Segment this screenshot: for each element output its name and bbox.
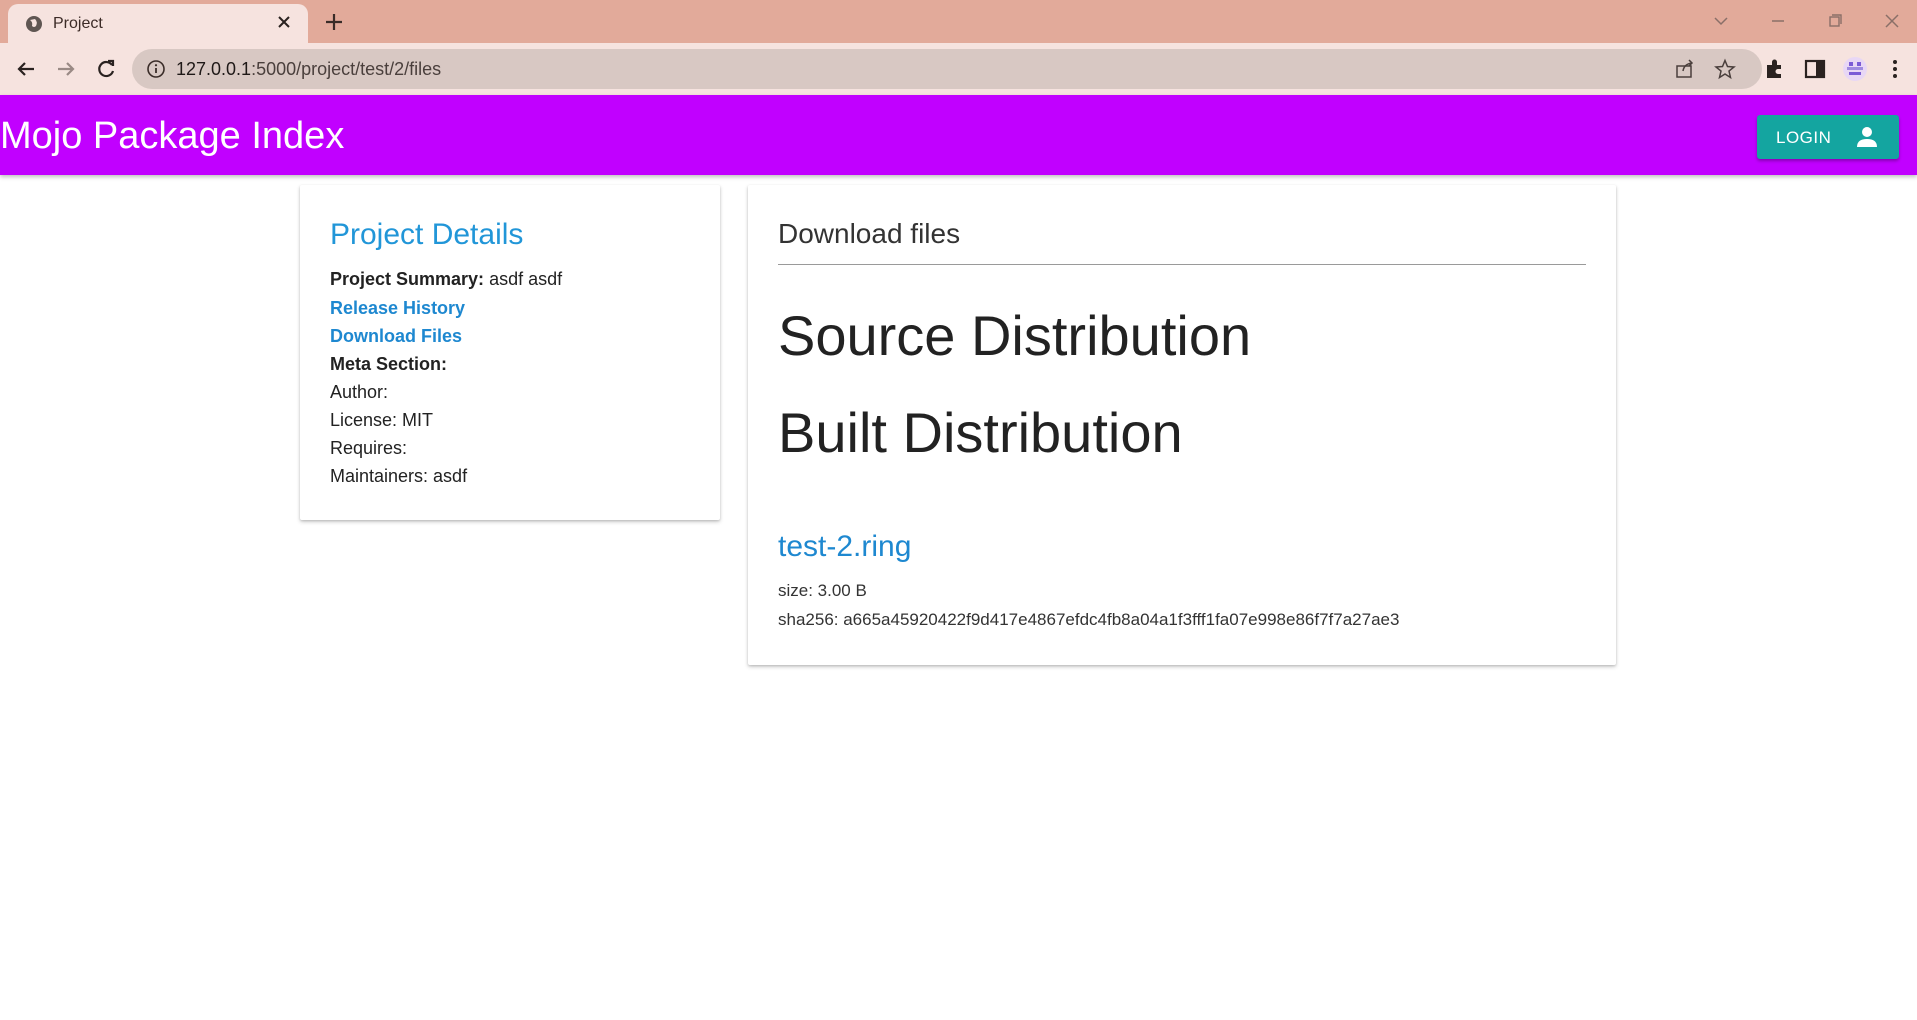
profile-icon[interactable] bbox=[1842, 56, 1868, 82]
meta-author: Author: bbox=[330, 382, 389, 402]
url-host: 127.0.0.1 bbox=[176, 59, 252, 79]
meta-requires: Requires: bbox=[330, 438, 408, 458]
share-icon[interactable] bbox=[1674, 58, 1696, 80]
close-icon[interactable] bbox=[274, 12, 294, 32]
back-arrow-icon[interactable] bbox=[12, 55, 40, 83]
side-panel-icon[interactable] bbox=[1802, 56, 1828, 82]
browser-tab[interactable]: Project bbox=[8, 4, 308, 43]
info-icon[interactable] bbox=[146, 59, 166, 79]
forward-arrow-icon[interactable] bbox=[52, 55, 80, 83]
meta-section-label: Meta Section: bbox=[330, 354, 448, 374]
project-details-title: Project Details bbox=[330, 218, 524, 251]
reload-icon[interactable] bbox=[92, 55, 120, 83]
plus-icon[interactable] bbox=[322, 10, 346, 34]
puzzle-icon[interactable] bbox=[1762, 56, 1788, 82]
login-button[interactable]: LOGIN bbox=[1757, 115, 1899, 159]
download-files-title: Download files bbox=[778, 218, 961, 249]
project-summary-value: asdf asdf bbox=[489, 269, 563, 289]
file-sha256: sha256: a665a45920422f9d417e4867efdc4fb8… bbox=[778, 610, 1400, 629]
minimize-icon[interactable] bbox=[1765, 8, 1791, 34]
download-files-link[interactable]: Download Files bbox=[330, 326, 462, 347]
brand-title[interactable]: Mojo Package Index bbox=[0, 115, 344, 158]
kebab-menu-icon[interactable] bbox=[1882, 56, 1908, 82]
url-text[interactable]: 127.0.0.1:5000/project/test/2/files bbox=[176, 59, 441, 80]
divider bbox=[778, 264, 1586, 265]
tab-strip: Project bbox=[0, 0, 1917, 43]
built-distribution-heading: Built Distribution bbox=[778, 401, 1183, 464]
tab-title: Project bbox=[53, 15, 103, 32]
person-icon bbox=[1857, 127, 1877, 147]
download-files-card: Download files Source Distribution Built… bbox=[748, 185, 1616, 665]
release-history-link[interactable]: Release History bbox=[330, 298, 465, 319]
star-icon[interactable] bbox=[1714, 58, 1736, 80]
meta-license: License: MIT bbox=[330, 410, 434, 430]
login-label: LOGIN bbox=[1776, 128, 1832, 147]
window-close-icon[interactable] bbox=[1879, 8, 1905, 34]
project-summary-label: Project Summary: bbox=[330, 269, 485, 289]
project-details-card: Project Details Project Summary: asdf as… bbox=[300, 185, 720, 520]
globe-icon bbox=[26, 16, 42, 32]
project-summary: Project Summary: asdf asdf bbox=[330, 269, 562, 290]
restore-icon[interactable] bbox=[1822, 8, 1848, 34]
file-link[interactable]: test-2.ring bbox=[778, 530, 911, 564]
address-bar[interactable]: 127.0.0.1:5000/project/test/2/files bbox=[132, 49, 1762, 89]
browser-toolbar: 127.0.0.1:5000/project/test/2/files bbox=[0, 43, 1917, 95]
chevron-down-icon[interactable] bbox=[1708, 8, 1734, 34]
meta-maintainers: Maintainers: asdf bbox=[330, 466, 468, 486]
source-distribution-heading: Source Distribution bbox=[778, 304, 1252, 367]
app-bar: Mojo Package Index LOGIN bbox=[0, 95, 1917, 175]
file-size: size: 3.00 B bbox=[778, 581, 867, 600]
url-path: :5000/project/test/2/files bbox=[251, 59, 442, 79]
